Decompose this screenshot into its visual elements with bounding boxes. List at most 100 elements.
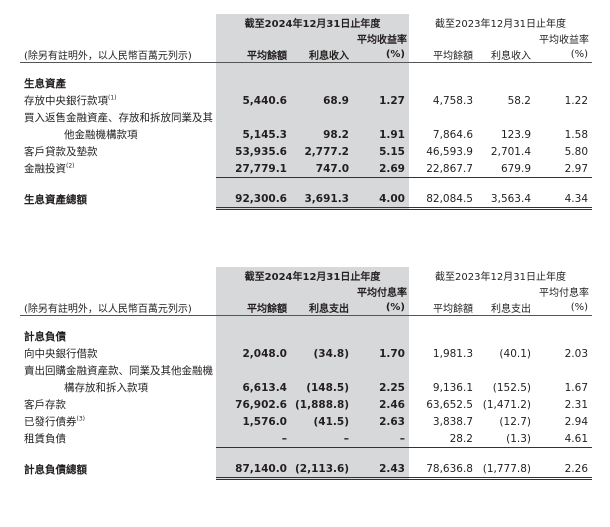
- prior-avg-balance-header: 平均餘額: [409, 46, 477, 63]
- total-current-interest: 3,691.3: [291, 190, 353, 210]
- prior-period-header: 截至2023年12月31日止年度: [435, 18, 566, 30]
- cell-prior-rate: 2.03: [564, 347, 589, 360]
- cell-current-avg-balance: 6,613.4: [216, 379, 291, 396]
- row-label: 已發行債券: [24, 416, 77, 428]
- prior-yield-header: 平均收益率: [539, 34, 589, 46]
- table-row: 買入返售金融資產、存放和拆放同業及其: [20, 109, 592, 126]
- yield-header-row: 平均付息率 平均付息率: [20, 283, 592, 299]
- cell-prior-avg-balance: 22,867.7: [409, 160, 477, 178]
- cell-prior-rate: 2.31: [564, 398, 589, 411]
- cell-prior-interest: (1,471.2): [482, 398, 531, 411]
- cell-current-interest: (148.5): [291, 379, 353, 396]
- cell-prior-rate: 2.97: [535, 160, 593, 178]
- row-label: 金融投資: [24, 163, 66, 176]
- prior-cost-header: 平均付息率: [539, 287, 589, 299]
- cell-prior-avg-balance: 4,758.3: [432, 94, 473, 107]
- interest-income-header: 利息收入: [291, 46, 353, 63]
- cell-prior-interest: (40.1): [499, 347, 531, 360]
- interest-expense-header: 利息支出: [291, 299, 353, 316]
- prior-percent-header: (%): [535, 299, 593, 316]
- current-yield-header: 平均收益率: [353, 30, 409, 46]
- cell-current-avg-balance: 5,440.6: [216, 92, 291, 109]
- row-label: 向中央銀行借款: [24, 348, 98, 360]
- cell-current-interest: 2,777.2: [291, 143, 353, 160]
- prior-period-header: 截至2023年12月31日止年度: [435, 271, 566, 283]
- period-header-row: 截至2024年12月31日止年度 截至2023年12月31日止年度: [20, 267, 592, 283]
- row-label: 客戶存款: [24, 399, 66, 411]
- cell-current-avg-balance: 1,576.0: [216, 413, 291, 430]
- cell-current-rate: 1.91: [353, 126, 409, 143]
- cell-current-rate: 2.25: [353, 379, 409, 396]
- yield-header-row: 平均收益率 平均收益率: [20, 30, 592, 46]
- cell-current-interest: –: [291, 430, 353, 448]
- column-header-row: (除另有註明外，以人民幣百萬元列示) 平均餘額 利息支出 (%) 平均餘額 利息…: [20, 299, 593, 316]
- cell-current-interest: 98.2: [291, 126, 353, 143]
- cell-prior-interest: (12.7): [499, 415, 531, 428]
- table-row: 向中央銀行借款 2,048.0 (34.8) 1.70 1,981.3 (40.…: [20, 345, 592, 362]
- section-title: 生息資產: [24, 78, 66, 90]
- total-row: 計息負債總額 87,140.0 (2,113.6) 2.43 78,636.8 …: [20, 460, 593, 480]
- page: 截至2024年12月31日止年度 截至2023年12月31日止年度 平均收益率 …: [0, 0, 610, 527]
- row-label: 存放中央銀行款項: [24, 95, 108, 107]
- cell-current-rate: 2.63: [353, 413, 409, 430]
- cell-current-interest: 68.9: [291, 92, 353, 109]
- cell-prior-rate: 2.94: [564, 415, 589, 428]
- cell-current-avg-balance: –: [216, 430, 291, 448]
- cell-prior-interest: (152.5): [492, 381, 531, 394]
- row-label: 客戶貸款及墊款: [24, 146, 98, 158]
- cell-prior-interest: 123.9: [500, 128, 531, 141]
- cell-current-avg-balance: 2,048.0: [216, 345, 291, 362]
- table-row: 他金融機構款項 5,145.3 98.2 1.91 7,864.6 123.9 …: [20, 126, 592, 143]
- total-current-avg-balance: 87,140.0: [216, 460, 291, 480]
- prior-avg-balance-header: 平均餘額: [409, 299, 477, 316]
- table-row: 賣出回購金融資產款、同業及其他金融機: [20, 362, 592, 379]
- cell-current-rate: 2.46: [353, 396, 409, 413]
- cell-current-rate: 1.27: [353, 92, 409, 109]
- cell-current-avg-balance: 76,902.6: [216, 396, 291, 413]
- cell-prior-rate: 4.61: [535, 430, 593, 448]
- table-row: 租賃負債 – – – 28.2 (1.3) 4.61: [20, 430, 593, 448]
- section-title-row: 生息資產: [20, 75, 592, 92]
- total-current-rate: 2.43: [353, 460, 409, 480]
- column-header-row: (除另有註明外，以人民幣百萬元列示) 平均餘額 利息收入 (%) 平均餘額 利息…: [20, 46, 593, 63]
- total-current-interest: (2,113.6): [291, 460, 353, 480]
- avg-balance-header: 平均餘額: [216, 299, 291, 316]
- footnote-marker: (1): [108, 94, 117, 102]
- cell-prior-rate: 1.22: [564, 94, 589, 107]
- footnote-marker: (3): [76, 415, 86, 423]
- total-current-rate: 4.00: [353, 190, 409, 210]
- table-row: 客戶貸款及墊款 53,935.6 2,777.2 5.15 46,593.9 2…: [20, 143, 592, 160]
- table-row: 構存放和拆入款項 6,613.4 (148.5) 2.25 9,136.1 (1…: [20, 379, 592, 396]
- prior-interest-expense-header: 利息支出: [477, 299, 535, 316]
- percent-header: (%): [353, 46, 409, 63]
- section-title-row: 計息負債: [20, 328, 592, 345]
- table-row: 客戶存款 76,902.6 (1,888.8) 2.46 63,652.5 (1…: [20, 396, 592, 413]
- percent-header: (%): [353, 299, 409, 316]
- current-period-header: 截至2024年12月31日止年度: [216, 267, 409, 283]
- unit-note: (除另有註明外，以人民幣百萬元列示): [20, 299, 216, 316]
- total-current-avg-balance: 92,300.6: [216, 190, 291, 210]
- cell-current-interest: 747.0: [291, 160, 353, 178]
- cell-prior-avg-balance: 1,981.3: [432, 347, 473, 360]
- table-row: 已發行債券(3) 1,576.0 (41.5) 2.63 3,838.7 (12…: [20, 413, 592, 430]
- cell-prior-avg-balance: 9,136.1: [432, 381, 473, 394]
- footnote-marker: (2): [66, 162, 75, 170]
- row-label: 賣出回購金融資產款、同業及其他金融機: [24, 365, 213, 377]
- prior-percent-header: (%): [535, 46, 593, 63]
- cell-current-interest: (1,888.8): [291, 396, 353, 413]
- cell-prior-rate: 1.67: [564, 381, 589, 394]
- cell-prior-avg-balance: 46,593.9: [426, 145, 473, 158]
- cell-current-rate: –: [353, 430, 409, 448]
- row-label: 租賃負債: [24, 433, 66, 446]
- total-row: 生息資產總額 92,300.6 3,691.3 4.00 82,084.5 3,…: [20, 190, 593, 210]
- unit-note: (除另有註明外，以人民幣百萬元列示): [20, 46, 216, 63]
- row-label: 買入返售金融資產、存放和拆放同業及其: [24, 112, 213, 124]
- section-title: 計息負債: [24, 331, 66, 343]
- cell-current-rate: 2.69: [353, 160, 409, 178]
- total-prior-rate: 2.26: [535, 460, 593, 480]
- row-label: 他金融機構款項: [64, 129, 138, 141]
- cell-prior-interest: (1.3): [477, 430, 535, 448]
- cell-current-interest: (41.5): [291, 413, 353, 430]
- cell-prior-interest: 679.9: [477, 160, 535, 178]
- cell-prior-interest: 2,701.4: [490, 145, 531, 158]
